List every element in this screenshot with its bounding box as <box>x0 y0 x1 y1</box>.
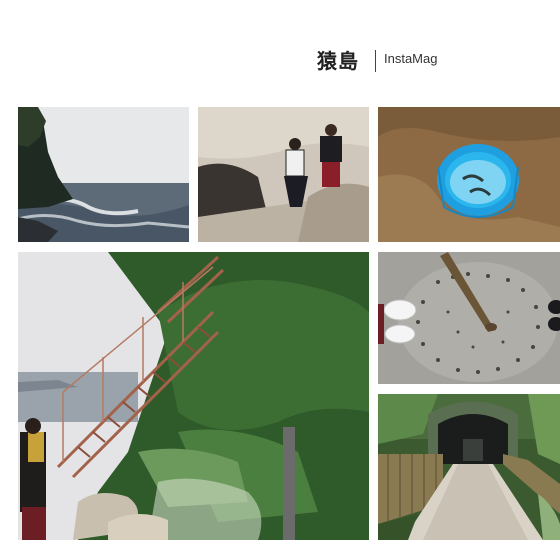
feet-on-ground-photo-icon <box>378 252 560 384</box>
photo-coast[interactable] <box>18 107 189 242</box>
sea-rocks-photo-icon <box>18 107 189 242</box>
photo-stairs[interactable] <box>18 252 369 540</box>
photo-bucket[interactable] <box>378 107 560 242</box>
magazine-header: 猿島 InstaMag <box>0 40 560 80</box>
metal-stairs-photo-icon <box>18 252 369 540</box>
blue-bucket-photo-icon <box>378 107 560 242</box>
app-name: InstaMag <box>384 51 438 66</box>
tunnel-path-photo-icon <box>378 394 560 540</box>
two-girls-on-rock-photo-icon <box>198 107 369 242</box>
photo-friends[interactable] <box>198 107 369 242</box>
page-title: 猿島 <box>317 49 359 73</box>
photo-tunnel[interactable] <box>378 394 560 540</box>
title-divider <box>375 50 376 72</box>
photo-feet[interactable] <box>378 252 560 384</box>
